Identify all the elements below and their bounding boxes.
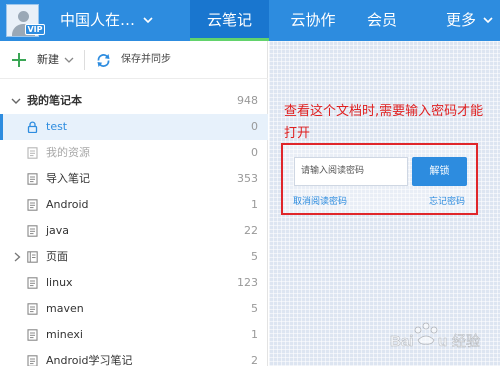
- forgot-password-link[interactable]: 忘记密码: [429, 195, 465, 209]
- notebook-sidebar: 新建 保存并同步 我的笔记本 948 test 0 我的资源 0 导入笔记 35…: [0, 41, 268, 366]
- list-item-label: java: [46, 224, 70, 237]
- list-item-count: 123: [237, 276, 258, 289]
- lock-icon: [27, 121, 38, 133]
- notebook-title: 我的笔记本: [27, 94, 82, 107]
- baidu-jingyan-watermark: Bai u 经验: [390, 322, 480, 350]
- save-sync-button[interactable]: 保存并同步: [121, 51, 171, 69]
- document-icon: [27, 355, 38, 366]
- new-button[interactable]: 新建: [37, 51, 59, 69]
- list-item-count: 2: [251, 354, 258, 366]
- list-item[interactable]: maven 5: [0, 296, 268, 322]
- list-item-label: 我的资源: [46, 146, 90, 159]
- list-item[interactable]: 导入笔记 353: [0, 166, 268, 192]
- list-item-label: test: [46, 120, 68, 133]
- chevron-down-icon[interactable]: [481, 13, 495, 27]
- sync-icon[interactable]: [95, 52, 112, 69]
- list-item[interactable]: Android 1: [0, 192, 268, 218]
- document-icon: [27, 199, 38, 211]
- chevron-down-icon[interactable]: [64, 56, 74, 64]
- svg-text:u: u: [438, 333, 447, 350]
- list-item[interactable]: java 22: [0, 218, 268, 244]
- document-icon: [27, 147, 38, 159]
- list-item-count: 1: [251, 328, 258, 341]
- list-item-label: minexi: [46, 328, 83, 341]
- list-item[interactable]: 页面 5: [0, 244, 268, 270]
- list-item-label: maven: [46, 302, 84, 315]
- notebook-header[interactable]: 我的笔记本 948: [0, 88, 268, 114]
- list-item-count: 0: [251, 146, 258, 159]
- list-item-count: 5: [251, 250, 258, 263]
- avatar-head: [18, 11, 29, 22]
- document-icon: [27, 329, 38, 341]
- toolbar-divider: [84, 50, 85, 70]
- document-icon: [27, 173, 38, 185]
- list-item[interactable]: 我的资源 0: [0, 140, 268, 166]
- plus-icon[interactable]: [11, 52, 27, 68]
- tab-cloud-notes[interactable]: 云笔记: [190, 0, 269, 41]
- chevron-down-icon[interactable]: [141, 13, 155, 27]
- password-input[interactable]: 请输入阅读密码: [294, 157, 408, 186]
- chevron-down-icon[interactable]: [11, 96, 21, 106]
- list-item[interactable]: linux 123: [0, 270, 268, 296]
- list-item[interactable]: test 0: [0, 114, 268, 140]
- tab-membership[interactable]: 会员: [360, 0, 404, 41]
- list-item-label: Android学习笔记: [46, 354, 133, 366]
- list-item-label: Android: [46, 198, 89, 211]
- user-name[interactable]: 中国人在…: [60, 10, 135, 30]
- sidebar-toolbar: 新建 保存并同步: [0, 41, 268, 79]
- cancel-password-link[interactable]: 取消阅读密码: [293, 195, 347, 209]
- folder-icon: [27, 251, 38, 263]
- svg-text:Bai: Bai: [390, 333, 413, 350]
- document-icon: [27, 277, 38, 289]
- list-item[interactable]: Android学习笔记 2: [0, 348, 268, 366]
- list-item-count: 5: [251, 302, 258, 315]
- list-item[interactable]: minexi 1: [0, 322, 268, 348]
- notebook-count: 948: [237, 94, 258, 107]
- document-icon: [27, 225, 38, 237]
- list-item-count: 0: [251, 120, 258, 133]
- annotation-text: 查看这个文档时,需要输入密码才能打开: [284, 104, 484, 141]
- unlock-button[interactable]: 解锁: [412, 157, 467, 186]
- top-bar: VIP 中国人在… 云笔记 云协作 会员 更多: [0, 0, 500, 41]
- vip-badge: VIP: [25, 24, 45, 35]
- notebook-list: test 0 我的资源 0 导入笔记 353 Android 1 java 22…: [0, 114, 268, 366]
- list-item-count: 1: [251, 198, 258, 211]
- password-prompt: 请输入阅读密码 解锁 取消阅读密码 忘记密码: [281, 143, 478, 215]
- document-icon: [27, 303, 38, 315]
- list-item-label: 页面: [46, 250, 68, 263]
- list-item-count: 353: [237, 172, 258, 185]
- chevron-right-icon[interactable]: [13, 252, 22, 262]
- svg-text:经验: 经验: [452, 334, 480, 350]
- list-item-label: 导入笔记: [46, 172, 90, 185]
- list-item-count: 22: [244, 224, 258, 237]
- list-item-label: linux: [46, 276, 73, 289]
- tab-more[interactable]: 更多: [441, 0, 481, 41]
- tab-cloud-collab[interactable]: 云协作: [280, 0, 346, 41]
